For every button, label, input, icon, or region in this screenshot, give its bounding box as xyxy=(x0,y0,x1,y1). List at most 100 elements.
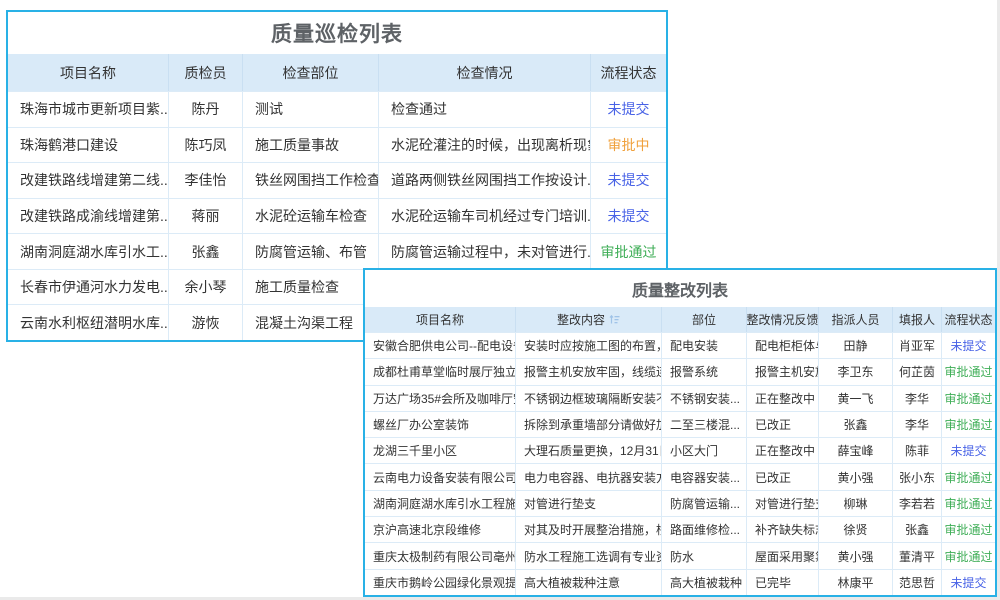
status-badge[interactable]: 审批通过 xyxy=(941,543,995,568)
inspection-table-header: 项目名称 质检员 检查部位 检查情况 流程状态 xyxy=(8,54,666,91)
rectify-content-cell: 安装时应按施工图的布置，将... xyxy=(515,333,661,358)
assignee-name[interactable]: 薛宝峰 xyxy=(818,438,892,463)
rectify-content-cell: 对管进行垫支 xyxy=(515,491,661,516)
rectify-content-cell: 高大植被栽种注意 xyxy=(515,570,661,595)
inspector-name[interactable]: 李佳怡 xyxy=(168,163,242,198)
assignee-name[interactable]: 黄小强 xyxy=(818,543,892,568)
sort-icon[interactable] xyxy=(609,314,620,325)
inspection-part-cell: 混凝土沟渠工程 xyxy=(242,305,378,340)
project-name-link[interactable]: 重庆太极制药有限公司亳州中... xyxy=(365,543,515,568)
project-name-link[interactable]: 成都杜甫草堂临时展厅独立展... xyxy=(365,359,515,384)
part-cell: 不锈钢安装... xyxy=(661,386,746,411)
part-cell: 报警系统 xyxy=(661,359,746,384)
status-badge[interactable]: 未提交 xyxy=(941,333,995,358)
status-badge[interactable]: 审批通过 xyxy=(941,359,995,384)
inspection-situation-cell: 检查通过 xyxy=(378,92,590,127)
status-badge[interactable]: 审批中 xyxy=(590,128,666,163)
project-name-link[interactable]: 螺丝厂办公室装饰 xyxy=(365,412,515,437)
project-name-link[interactable]: 珠海市城市更新项目紫... xyxy=(8,92,168,127)
inspection-situation-cell: 道路两侧铁丝网围挡工作按设计... xyxy=(378,163,590,198)
reporter-name[interactable]: 陈菲 xyxy=(892,438,941,463)
project-name-link[interactable]: 云南电力设备安装有限公司20... xyxy=(365,464,515,489)
table-row: 改建铁路成渝线增建第... 蒋丽 水泥砼运输车检查 水泥砼运输车司机经过专门培训… xyxy=(8,198,666,234)
rectify-content-cell: 大理石质量更换，12月31日之... xyxy=(515,438,661,463)
project-name-link[interactable]: 珠海鹤港口建设 xyxy=(8,128,168,163)
rectification-list-title: 质量整改列表 xyxy=(365,270,995,307)
rectify-content-cell: 拆除到承重墙部分请做好加固... xyxy=(515,412,661,437)
part-cell: 防水 xyxy=(661,543,746,568)
status-badge[interactable]: 未提交 xyxy=(590,92,666,127)
inspector-name[interactable]: 陈巧凤 xyxy=(168,128,242,163)
reporter-name[interactable]: 张小东 xyxy=(892,464,941,489)
status-badge[interactable]: 未提交 xyxy=(941,438,995,463)
reporter-name[interactable]: 张鑫 xyxy=(892,517,941,542)
feedback-cell: 配电柜柜体与... xyxy=(746,333,818,358)
header-project-name: 项目名称 xyxy=(365,307,515,332)
status-badge[interactable]: 审批通过 xyxy=(941,386,995,411)
reporter-name[interactable]: 李华 xyxy=(892,412,941,437)
rectify-content-cell: 对其及时开展整治措施，桥头... xyxy=(515,517,661,542)
table-row: 万达广场35#会所及咖啡厅空... 不锈钢边框玻璃隔断安装不牢... 不锈钢安装… xyxy=(365,385,995,411)
project-name-link[interactable]: 改建铁路成渝线增建第... xyxy=(8,199,168,234)
inspection-part-cell: 水泥砼运输车检查 xyxy=(242,199,378,234)
assignee-name[interactable]: 田静 xyxy=(818,333,892,358)
table-row: 珠海市城市更新项目紫... 陈丹 测试 检查通过 未提交 xyxy=(8,91,666,127)
reporter-name[interactable]: 肖亚军 xyxy=(892,333,941,358)
inspection-part-cell: 施工质量事故 xyxy=(242,128,378,163)
rectification-table-header: 项目名称 整改内容 部位 整改情况反馈 指派人员 填报人 流程状态 xyxy=(365,307,995,332)
project-name-link[interactable]: 长春市伊通河水力发电... xyxy=(8,270,168,305)
inspector-name[interactable]: 陈丹 xyxy=(168,92,242,127)
part-cell: 电容器安装... xyxy=(661,464,746,489)
status-badge[interactable]: 未提交 xyxy=(590,199,666,234)
project-name-link[interactable]: 云南水利枢纽潜明水库... xyxy=(8,305,168,340)
table-row: 成都杜甫草堂临时展厅独立展... 报警主机安放牢固，线缆连接... 报警系统 报… xyxy=(365,358,995,384)
assignee-name[interactable]: 林康平 xyxy=(818,570,892,595)
status-badge[interactable]: 未提交 xyxy=(941,570,995,595)
project-name-link[interactable]: 改建铁路线增建第二线... xyxy=(8,163,168,198)
table-row: 重庆太极制药有限公司亳州中... 防水工程施工选调有专业资质... 防水 屋面采… xyxy=(365,542,995,568)
reporter-name[interactable]: 何芷茵 xyxy=(892,359,941,384)
inspection-list-title: 质量巡检列表 xyxy=(8,12,666,54)
assignee-name[interactable]: 柳琳 xyxy=(818,491,892,516)
assignee-name[interactable]: 黄一飞 xyxy=(818,386,892,411)
inspection-situation-cell: 水泥砼运输车司机经过专门培训... xyxy=(378,199,590,234)
reporter-name[interactable]: 董清平 xyxy=(892,543,941,568)
project-name-link[interactable]: 万达广场35#会所及咖啡厅空... xyxy=(365,386,515,411)
status-badge[interactable]: 审批通过 xyxy=(941,464,995,489)
project-name-link[interactable]: 湖南洞庭湖水库引水工程施工标 xyxy=(365,491,515,516)
status-badge[interactable]: 未提交 xyxy=(590,163,666,198)
project-name-link[interactable]: 重庆市鹅岭公园绿化景观提升... xyxy=(365,570,515,595)
inspection-part-cell: 测试 xyxy=(242,92,378,127)
assignee-name[interactable]: 黄小强 xyxy=(818,464,892,489)
rectification-list-card: 质量整改列表 项目名称 整改内容 部位 整改情况反馈 指派人员 填报人 流程状态… xyxy=(363,268,997,597)
assignee-name[interactable]: 张鑫 xyxy=(818,412,892,437)
header-rectify-content[interactable]: 整改内容 xyxy=(515,307,661,332)
project-name-link[interactable]: 龙湖三千里小区 xyxy=(365,438,515,463)
feedback-cell: 屋面采用聚氯... xyxy=(746,543,818,568)
rectify-content-cell: 防水工程施工选调有专业资质... xyxy=(515,543,661,568)
part-cell: 二至三楼混... xyxy=(661,412,746,437)
header-rectify-content-label: 整改内容 xyxy=(557,311,605,328)
feedback-cell: 已改正 xyxy=(746,412,818,437)
inspector-name[interactable]: 张鑫 xyxy=(168,234,242,269)
status-badge[interactable]: 审批通过 xyxy=(941,517,995,542)
inspector-name[interactable]: 蒋丽 xyxy=(168,199,242,234)
status-badge[interactable]: 审批通过 xyxy=(941,491,995,516)
reporter-name[interactable]: 范思哲 xyxy=(892,570,941,595)
inspector-name[interactable]: 游恢 xyxy=(168,305,242,340)
status-badge[interactable]: 审批通过 xyxy=(941,412,995,437)
rectify-content-cell: 不锈钢边框玻璃隔断安装不牢... xyxy=(515,386,661,411)
project-name-link[interactable]: 京沪高速北京段维修 xyxy=(365,517,515,542)
inspection-part-cell: 施工质量检查 xyxy=(242,270,378,305)
inspector-name[interactable]: 余小琴 xyxy=(168,270,242,305)
feedback-cell: 已完毕 xyxy=(746,570,818,595)
inspection-part-cell: 防腐管运输、布管 xyxy=(242,234,378,269)
assignee-name[interactable]: 徐贤 xyxy=(818,517,892,542)
reporter-name[interactable]: 李华 xyxy=(892,386,941,411)
project-name-link[interactable]: 湖南洞庭湖水库引水工... xyxy=(8,234,168,269)
project-name-link[interactable]: 安徽合肥供电公司--配电设备... xyxy=(365,333,515,358)
reporter-name[interactable]: 李若若 xyxy=(892,491,941,516)
status-badge[interactable]: 审批通过 xyxy=(590,234,666,269)
assignee-name[interactable]: 李卫东 xyxy=(818,359,892,384)
feedback-cell: 补齐缺失标志... xyxy=(746,517,818,542)
